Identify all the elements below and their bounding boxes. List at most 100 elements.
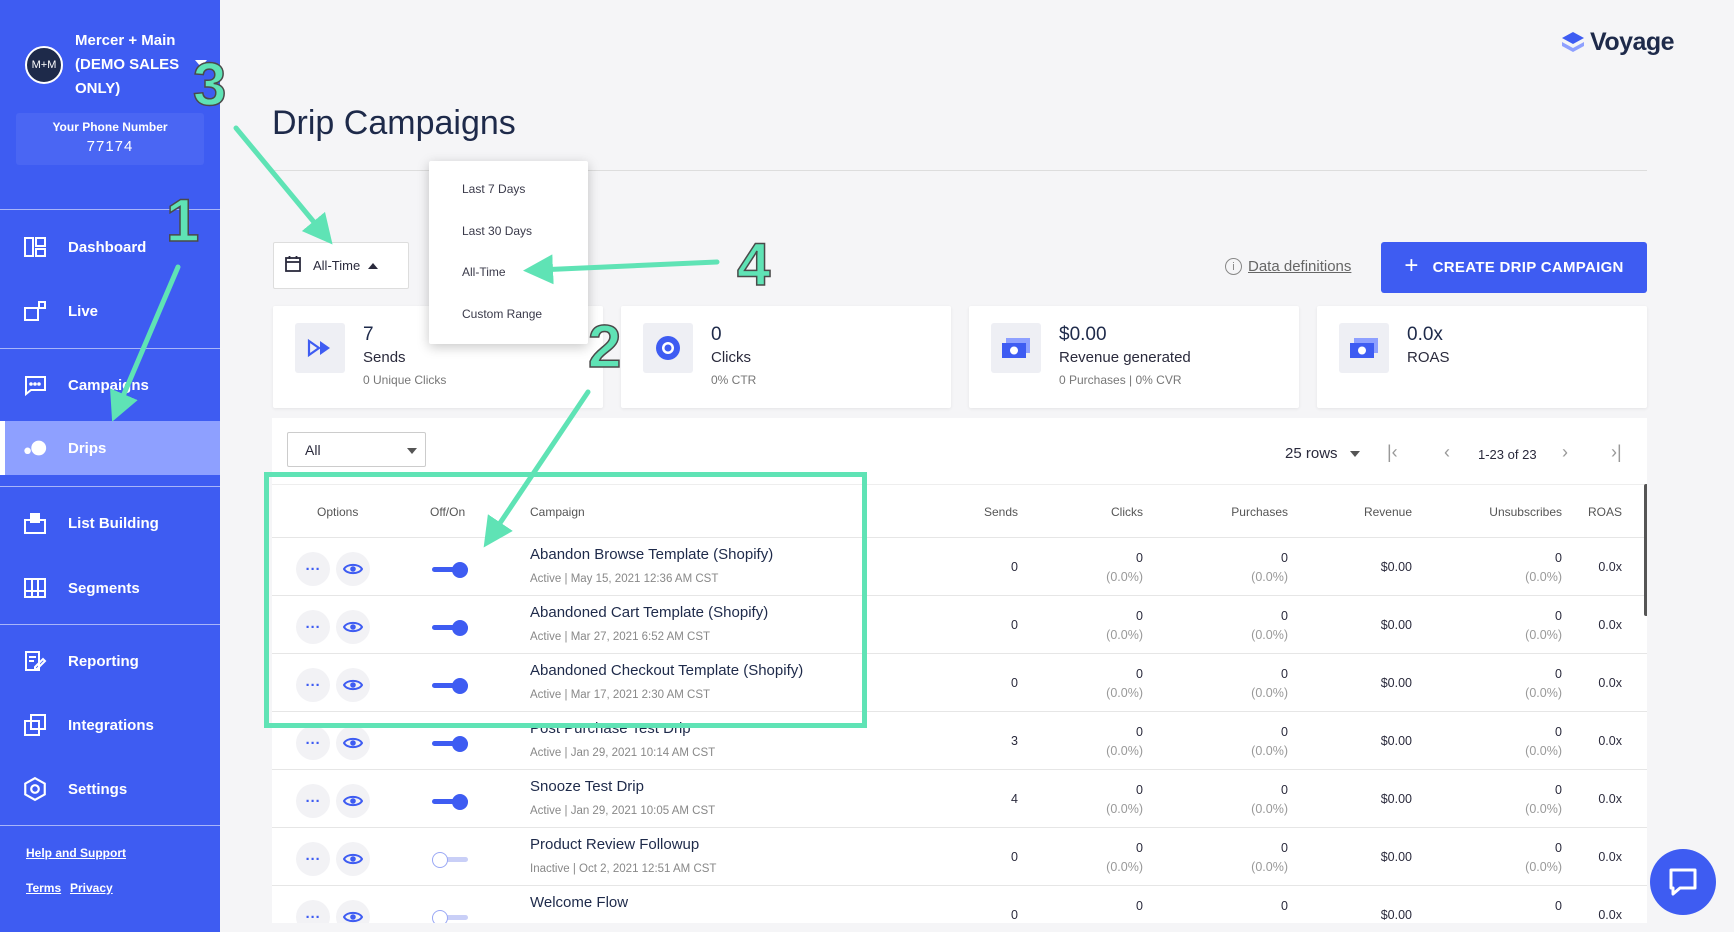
- prev-page-icon[interactable]: ‹: [1444, 442, 1450, 463]
- column-header-roas[interactable]: ROAS: [1562, 505, 1622, 519]
- table-row: ··· Welcome Flow 0 0 0 $0.00 0 0.0x: [272, 886, 1647, 923]
- last-page-icon[interactable]: ›|: [1611, 442, 1622, 463]
- clicks-cell: 0 (0.0%): [1033, 607, 1143, 645]
- chat-launcher-button[interactable]: [1650, 849, 1716, 915]
- sidebar-item-live[interactable]: Live: [0, 284, 220, 338]
- more-options-icon[interactable]: ···: [296, 552, 330, 586]
- option-last-7-days[interactable]: Last 7 Days: [462, 182, 525, 196]
- column-header-sends[interactable]: Sends: [908, 505, 1018, 519]
- campaign-toggle[interactable]: [432, 910, 472, 923]
- campaign-toggle[interactable]: [432, 678, 472, 694]
- eye-icon[interactable]: [336, 900, 370, 923]
- logo-icon: [1562, 31, 1584, 52]
- data-definitions-link[interactable]: i Data definitions: [1225, 258, 1351, 275]
- create-drip-campaign-button[interactable]: + CREATE DRIP CAMPAIGN: [1381, 242, 1647, 293]
- fast-forward-icon: [295, 323, 345, 373]
- list-building-icon: [22, 510, 48, 536]
- purchases-count: 0: [1281, 551, 1288, 565]
- campaign-name[interactable]: Snooze Test Drip: [530, 778, 644, 795]
- sidebar-item-drips[interactable]: Drips: [0, 421, 220, 475]
- clicks-percent: (0.0%): [1106, 628, 1143, 642]
- sidebar: M+M Mercer + Main (DEMO SALES ONLY) Your…: [0, 0, 220, 932]
- campaign-toggle[interactable]: [432, 620, 472, 636]
- option-last-30-days[interactable]: Last 30 Days: [462, 224, 532, 238]
- help-and-support-link[interactable]: Help and Support: [26, 846, 126, 860]
- stat-card-revenue: $0.00 Revenue generated 0 Purchases | 0%…: [969, 306, 1299, 408]
- campaign-name[interactable]: Abandoned Checkout Template (Shopify): [530, 662, 803, 679]
- campaign-meta: Active | May 15, 2021 12:36 AM CST: [530, 573, 719, 585]
- sidebar-item-label: List Building: [68, 514, 159, 532]
- unsubscribes-cell: 0 (0.0%): [1422, 665, 1562, 703]
- account-switcher[interactable]: M+M Mercer + Main (DEMO SALES ONLY): [25, 29, 185, 101]
- rows-per-page-value: 25 rows: [1285, 445, 1338, 462]
- campaign-name[interactable]: Post Purchase Test Drip: [530, 720, 691, 737]
- eye-icon[interactable]: [336, 610, 370, 644]
- integrations-icon: [22, 712, 48, 738]
- purchases-cell: 0: [1168, 897, 1288, 916]
- sidebar-item-integrations[interactable]: Integrations: [0, 698, 220, 752]
- column-header-clicks[interactable]: Clicks: [1033, 505, 1143, 519]
- campaign-name[interactable]: Welcome Flow: [530, 894, 628, 911]
- status-filter-select[interactable]: All: [287, 432, 426, 467]
- column-header-unsubscribes[interactable]: Unsubscribes: [1422, 505, 1562, 519]
- sidebar-item-list-building[interactable]: List Building: [0, 496, 220, 550]
- column-header-campaign[interactable]: Campaign: [530, 505, 585, 519]
- campaign-toggle[interactable]: [432, 736, 472, 752]
- date-range-filter[interactable]: All-Time: [273, 242, 409, 289]
- clicks-count: 0: [1136, 551, 1143, 565]
- campaign-name[interactable]: Abandon Browse Template (Shopify): [530, 546, 773, 563]
- campaign-toggle[interactable]: [432, 794, 472, 810]
- column-header-revenue[interactable]: Revenue: [1302, 505, 1412, 519]
- table-header: Options Off/On Campaign Sends Clicks Pur…: [272, 484, 1647, 538]
- eye-icon[interactable]: [336, 784, 370, 818]
- clicks-count: 0: [1136, 899, 1143, 913]
- eye-icon[interactable]: [336, 842, 370, 876]
- table-row: ··· Abandon Browse Template (Shopify) Acti…: [272, 538, 1647, 596]
- toggle-knob: [432, 910, 448, 923]
- revenue-cell: $0.00: [1380, 908, 1412, 922]
- eye-icon[interactable]: [336, 552, 370, 586]
- sidebar-item-campaigns[interactable]: Campaigns: [0, 358, 220, 412]
- stat-value: 7: [363, 324, 374, 345]
- sends-cell: 0: [1011, 560, 1018, 574]
- more-options-icon[interactable]: ···: [296, 842, 330, 876]
- eye-icon[interactable]: [336, 726, 370, 760]
- campaign-toggle[interactable]: [432, 562, 472, 578]
- option-custom-range[interactable]: Custom Range: [462, 307, 542, 321]
- sidebar-item-label: Settings: [68, 780, 128, 798]
- unsubscribes-percent: (0.0%): [1525, 570, 1562, 584]
- column-header-purchases[interactable]: Purchases: [1168, 505, 1288, 519]
- status-filter-value: All: [305, 441, 321, 458]
- more-options-icon[interactable]: ···: [296, 668, 330, 702]
- more-options-icon[interactable]: ···: [296, 784, 330, 818]
- revenue-cell: $0.00: [1380, 734, 1412, 748]
- chevron-down-icon: [407, 448, 417, 454]
- privacy-link[interactable]: Privacy: [70, 881, 113, 895]
- sidebar-item-reporting[interactable]: Reporting: [0, 634, 220, 688]
- option-all-time[interactable]: All-Time: [462, 265, 506, 279]
- eye-icon[interactable]: [336, 668, 370, 702]
- calendar-icon: [285, 255, 301, 277]
- campaign-name[interactable]: Product Review Followup: [530, 836, 699, 853]
- more-options-icon[interactable]: ···: [296, 726, 330, 760]
- date-range-dropdown: Last 7 Days Last 30 Days All-Time Custom…: [429, 161, 588, 344]
- annotation-number: 3: [192, 50, 227, 119]
- table-scrollbar[interactable]: [1644, 484, 1647, 616]
- stat-label: ROAS: [1407, 349, 1450, 366]
- sidebar-item-settings[interactable]: Settings: [0, 762, 220, 816]
- more-options-icon[interactable]: ···: [296, 610, 330, 644]
- stat-label: Sends: [363, 349, 406, 366]
- rows-per-page-select[interactable]: 25 rows: [1285, 445, 1360, 462]
- next-page-icon[interactable]: ›: [1562, 442, 1568, 463]
- sidebar-item-segments[interactable]: Segments: [0, 561, 220, 615]
- terms-link[interactable]: Terms: [26, 881, 61, 895]
- unsubscribes-percent: (0.0%): [1525, 802, 1562, 816]
- first-page-icon[interactable]: |‹: [1387, 442, 1398, 463]
- campaign-name[interactable]: Abandoned Cart Template (Shopify): [530, 604, 768, 621]
- purchases-percent: (0.0%): [1251, 628, 1288, 642]
- roas-cell: 0.0x: [1598, 734, 1622, 748]
- revenue-cell: $0.00: [1380, 850, 1412, 864]
- revenue-cell: $0.00: [1380, 792, 1412, 806]
- campaign-toggle[interactable]: [432, 852, 472, 868]
- more-options-icon[interactable]: ···: [296, 900, 330, 923]
